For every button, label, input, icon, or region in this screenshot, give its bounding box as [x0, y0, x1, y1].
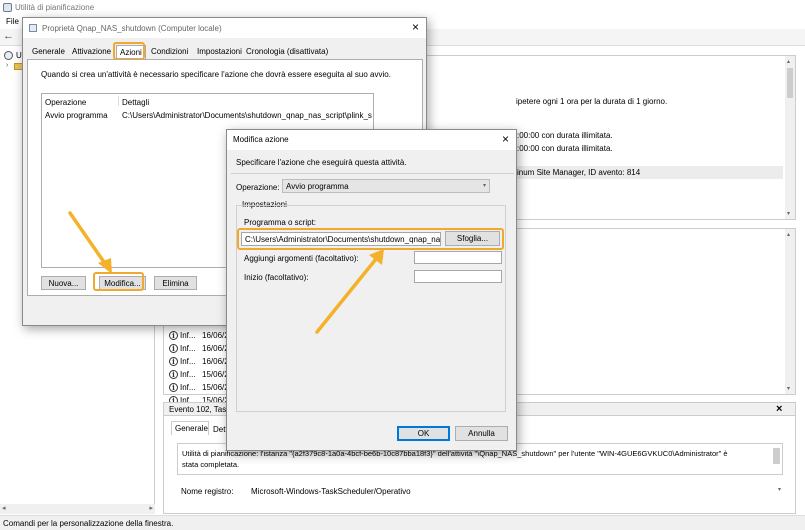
annotation-arrows	[68, 211, 384, 334]
arrow-to-edit-button	[68, 211, 112, 274]
arrow-to-program-field	[315, 249, 384, 334]
